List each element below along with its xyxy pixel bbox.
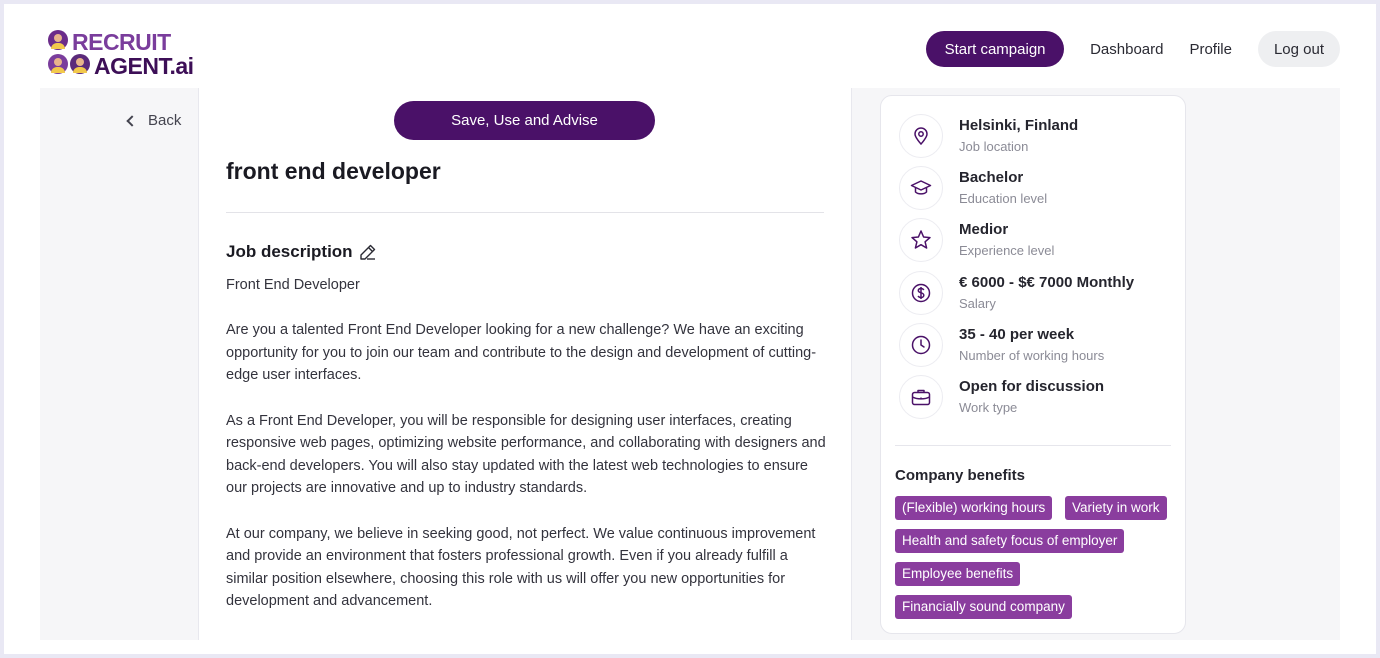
location-pin-icon bbox=[899, 114, 943, 158]
job-description-heading-text: Job description bbox=[226, 242, 353, 261]
logo-avatar-icon bbox=[48, 30, 68, 50]
fact-work-type: Open for discussion Work type bbox=[899, 375, 1104, 419]
fact-value: 35 - 40 per week bbox=[959, 326, 1075, 343]
job-description-paragraph: Are you a talented Front End Developer l… bbox=[226, 322, 817, 384]
back-link[interactable]: Back bbox=[126, 112, 182, 129]
card-divider bbox=[895, 445, 1171, 446]
logout-button[interactable]: Log out bbox=[1258, 31, 1340, 67]
star-icon bbox=[899, 218, 943, 262]
fact-label: Salary bbox=[959, 296, 996, 311]
logo-avatar-icon bbox=[70, 54, 90, 74]
logo-line2-suffix: .ai bbox=[169, 53, 194, 79]
chevron-left-icon bbox=[126, 114, 138, 127]
logo-line1: RECRUIT bbox=[72, 29, 171, 55]
job-details-card: Helsinki, Finland Job location Bachelor … bbox=[880, 95, 1186, 634]
fact-label: Education level bbox=[959, 191, 1048, 206]
fact-job-location: Helsinki, Finland Job location bbox=[899, 114, 1078, 158]
job-description-paragraph: As a Front End Developer, you will be re… bbox=[226, 412, 826, 497]
fact-value: Open for discussion bbox=[959, 378, 1105, 395]
edit-pencil-icon[interactable] bbox=[359, 243, 377, 261]
job-description-paragraph: Front End Developer bbox=[226, 277, 360, 293]
fact-label: Experience level bbox=[959, 243, 1055, 258]
save-use-advise-button[interactable]: Save, Use and Advise bbox=[394, 101, 655, 140]
fact-value: Medior bbox=[959, 221, 1009, 238]
fact-value: € 6000 - $€ 7000 Monthly bbox=[959, 274, 1135, 291]
benefit-tag: Financially sound company bbox=[895, 595, 1072, 619]
nav-profile-link[interactable]: Profile bbox=[1189, 41, 1232, 58]
back-label: Back bbox=[148, 112, 182, 129]
logo-line2: AGENT.ai bbox=[94, 54, 194, 78]
fact-salary: € 6000 - $€ 7000 Monthly Salary bbox=[899, 271, 1134, 315]
fact-label: Job location bbox=[959, 139, 1029, 154]
nav-dashboard-link[interactable]: Dashboard bbox=[1090, 41, 1163, 58]
start-campaign-button[interactable]: Start campaign bbox=[926, 31, 1065, 67]
briefcase-icon bbox=[899, 375, 943, 419]
company-benefits-title: Company benefits bbox=[895, 467, 1026, 484]
fact-label: Number of working hours bbox=[959, 348, 1105, 363]
fact-experience-level: Medior Experience level bbox=[899, 218, 1054, 262]
job-description-heading: Job description bbox=[226, 242, 377, 262]
fact-education-level: Bachelor Education level bbox=[899, 166, 1047, 210]
benefit-tag: Variety in work bbox=[1065, 496, 1167, 520]
job-description-paragraph: At our company, we believe in seeking go… bbox=[226, 525, 816, 610]
title-divider bbox=[226, 212, 824, 213]
benefit-tag: (Flexible) working hours bbox=[895, 496, 1053, 520]
graduation-cap-icon bbox=[899, 166, 943, 210]
fact-value: Helsinki, Finland bbox=[959, 117, 1079, 134]
logo-avatar-icon bbox=[48, 54, 68, 74]
logo-line2-text: AGENT bbox=[94, 53, 170, 79]
benefit-tag: Employee benefits bbox=[895, 562, 1021, 586]
recruit-agent-logo[interactable]: RECRUIT AGENT.ai bbox=[48, 30, 208, 78]
clock-icon bbox=[899, 323, 943, 367]
dollar-icon bbox=[899, 271, 943, 315]
benefit-tag: Health and safety focus of employer bbox=[895, 529, 1125, 553]
job-description-body: Front End Developer Are you a talented F… bbox=[226, 274, 826, 636]
fact-label: Work type bbox=[959, 400, 1018, 415]
top-nav: Start campaign Dashboard Profile Log out bbox=[926, 31, 1340, 67]
job-title: front end developer bbox=[226, 158, 441, 184]
fact-value: Bachelor bbox=[959, 169, 1024, 186]
fact-working-hours: 35 - 40 per week Number of working hours bbox=[899, 323, 1104, 367]
